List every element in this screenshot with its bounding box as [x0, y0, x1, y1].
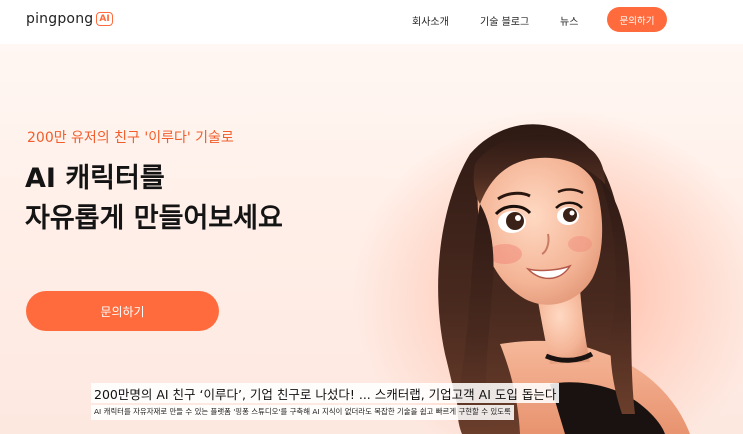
hero-section: 200만 유저의 친구 '이루다' 기술로 AI 캐릭터를 자유롭게 만들어보세… — [0, 44, 743, 434]
hero-contact-button[interactable]: 문의하기 — [26, 291, 219, 331]
site-header: pingpong AI 회사소개 기술 블로그 뉴스 문의하기 — [0, 0, 743, 44]
header-contact-button[interactable]: 문의하기 — [607, 7, 667, 32]
nav-item-about[interactable]: 회사소개 — [412, 13, 449, 28]
nav-item-tech-blog[interactable]: 기술 블로그 — [480, 13, 529, 28]
pingpong-logo[interactable]: pingpong AI — [26, 11, 113, 27]
caption-title: 200만명의 AI 친구 ‘이루다’, 기업 친구로 나섰다! ... 스캐터랩… — [91, 383, 560, 403]
caption-subtitle: AI 캐릭터를 자유자재로 만들 수 있는 플랫폼 '핑퐁 스튜디오'를 구축해… — [91, 405, 514, 420]
hero-headline-line2: 자유롭게 만들어보세요 — [25, 203, 283, 234]
hero-eyebrow: 200만 유저의 친구 '이루다' 기술로 — [27, 130, 234, 146]
logo-ai-badge: AI — [96, 12, 113, 26]
nav-item-news[interactable]: 뉴스 — [560, 13, 578, 28]
hero-headline-line1: AI 캐릭터를 — [25, 163, 165, 194]
logo-wordmark: pingpong — [26, 11, 94, 27]
